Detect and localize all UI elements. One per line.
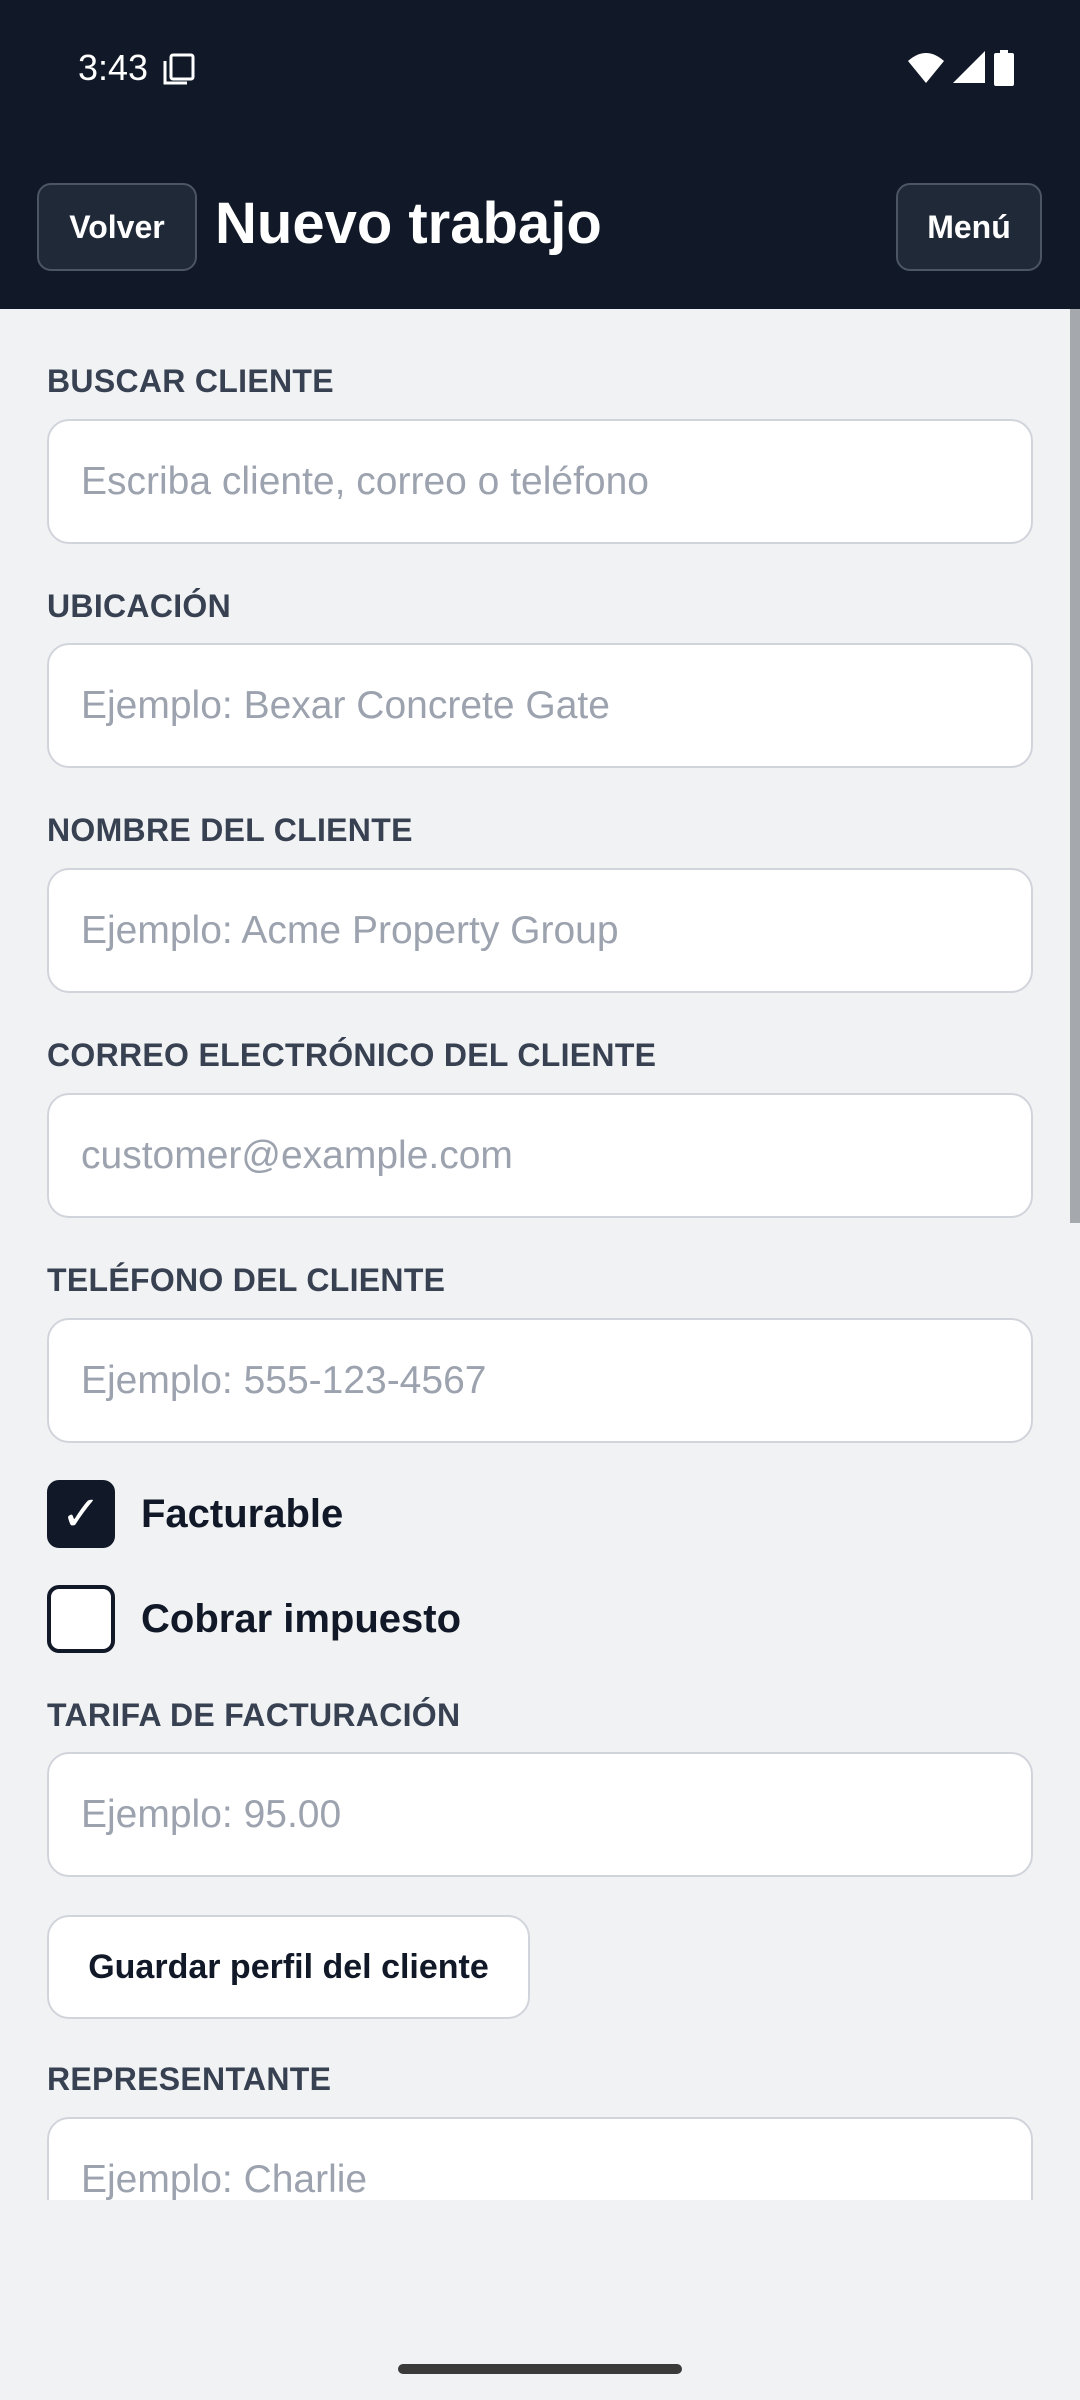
- customer-phone-label: TELÉFONO DEL CLIENTE: [47, 1262, 446, 1298]
- page-title: Nuevo trabajo: [215, 191, 602, 256]
- screenshot-icon: [163, 53, 195, 85]
- scrollbar[interactable]: [1070, 309, 1080, 1223]
- charge-tax-label: Cobrar impuesto: [141, 1596, 462, 1641]
- customer-name-label: NOMBRE DEL CLIENTE: [47, 812, 413, 848]
- battery-icon: [994, 50, 1014, 86]
- menu-button[interactable]: Menú: [896, 183, 1042, 271]
- charge-tax-row[interactable]: Cobrar impuesto: [47, 1585, 461, 1653]
- representative-label: REPRESENTANTE: [47, 2061, 332, 2097]
- charge-tax-checkbox[interactable]: [47, 1585, 115, 1653]
- status-time: 3:43: [78, 47, 149, 88]
- wifi-icon: [908, 53, 944, 83]
- billable-label: Facturable: [141, 1491, 344, 1536]
- cellular-signal-icon: [953, 51, 985, 83]
- billing-rate-label: TARIFA DE FACTURACIÓN: [47, 1697, 461, 1733]
- back-button[interactable]: Volver: [37, 183, 197, 271]
- search-customer-input[interactable]: [47, 419, 1033, 544]
- job-form: BUSCAR CLIENTE UBICACIÓN NOMBRE DEL CLIE…: [0, 309, 1080, 2200]
- check-icon: ✓: [60, 1488, 102, 1541]
- app-bar: 3:43 Volver Nuevo trabajo Menú: [0, 0, 1080, 309]
- billable-checkbox[interactable]: ✓: [47, 1480, 115, 1548]
- customer-email-label: CORREO ELECTRÓNICO DEL CLIENTE: [47, 1037, 657, 1073]
- billable-row[interactable]: ✓ Facturable: [47, 1480, 343, 1548]
- representative-input[interactable]: [47, 2117, 1033, 2200]
- status-bar: 3:43: [0, 0, 1080, 135]
- save-customer-profile-button[interactable]: Guardar perfil del cliente: [47, 1915, 530, 2019]
- home-indicator[interactable]: [398, 2364, 682, 2374]
- location-label: UBICACIÓN: [47, 588, 232, 624]
- customer-phone-input[interactable]: [47, 1318, 1033, 1443]
- customer-name-input[interactable]: [47, 868, 1033, 993]
- billing-rate-input[interactable]: [47, 1752, 1033, 1877]
- search-customer-label: BUSCAR CLIENTE: [47, 363, 334, 399]
- location-input[interactable]: [47, 643, 1033, 768]
- customer-email-input[interactable]: [47, 1093, 1033, 1218]
